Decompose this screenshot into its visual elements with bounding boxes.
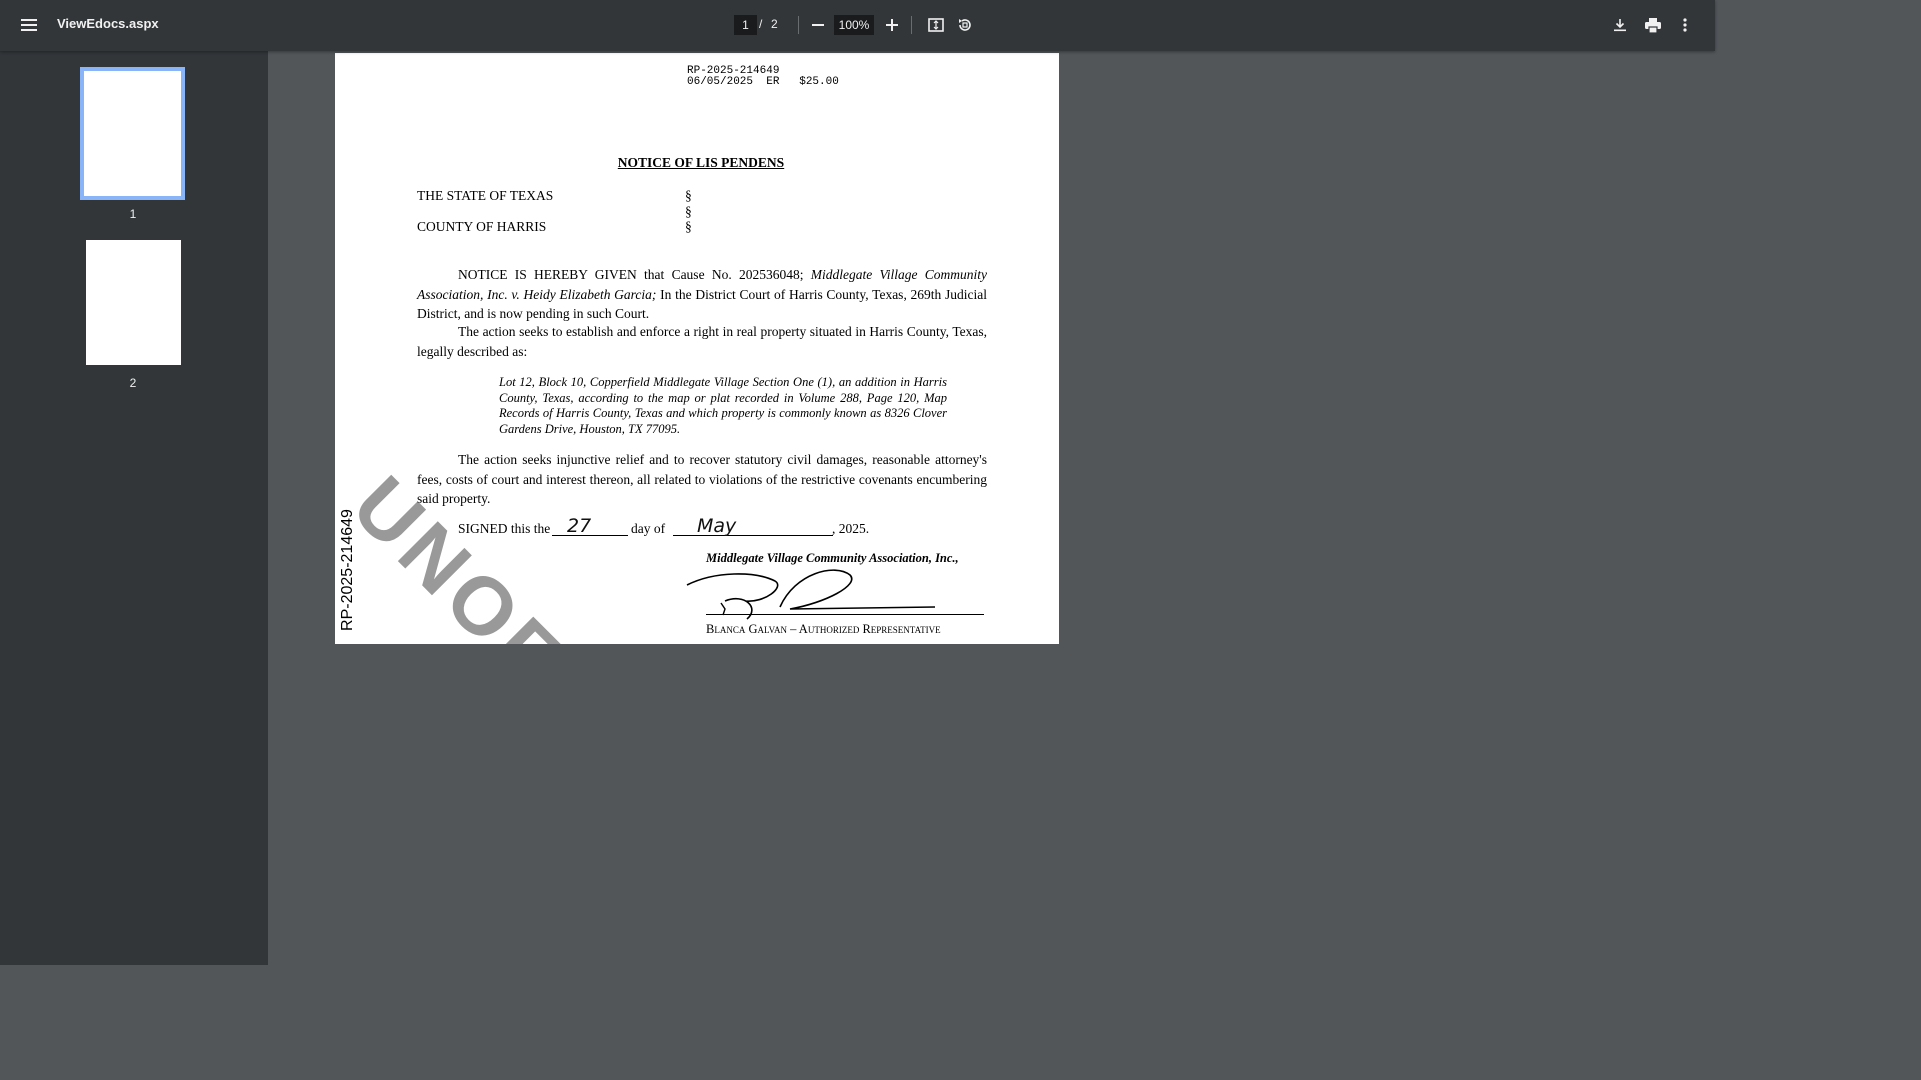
page-total: 2	[771, 17, 778, 31]
page-number-input[interactable]	[734, 15, 757, 35]
document-title-heading: NOTICE OF LIS PENDENS	[617, 155, 785, 170]
download-icon[interactable]	[1608, 13, 1632, 37]
page-separator: /	[759, 17, 763, 31]
signed-day: 27	[567, 515, 592, 537]
section-mark: §	[685, 219, 692, 234]
fit-page-icon[interactable]	[924, 13, 948, 37]
page-thumbnail-2[interactable]	[86, 240, 181, 365]
pdf-viewer: ViewEdocs.aspx / 2 1 2	[0, 0, 1715, 965]
legal-description: Lot 12, Block 10, Copperfield Middlegate…	[499, 375, 947, 436]
state-label: THE STATE OF TEXAS	[417, 188, 554, 203]
signature-line	[706, 614, 984, 615]
signer-name: Blanca Galvan – Authorized Representativ…	[706, 622, 941, 636]
filing-line: 06/05/2025 ER $25.00	[687, 76, 839, 88]
action-paragraph: The action seeks to establish and enforc…	[417, 324, 987, 359]
section-mark: §	[685, 204, 692, 219]
document-title: ViewEdocs.aspx	[57, 16, 159, 31]
thumbnail-label: 2	[129, 376, 137, 390]
zoom-out-icon[interactable]	[806, 13, 830, 37]
menu-icon[interactable]	[13, 12, 45, 38]
page-thumbnail-1[interactable]	[80, 67, 185, 200]
signed-middle: day of	[631, 521, 666, 536]
notice-paragraph: NOTICE IS HEREBY GIVEN that Cause No. 20…	[417, 265, 987, 324]
notice-text: NOTICE IS HEREBY GIVEN that Cause No. 20…	[458, 267, 811, 282]
print-icon[interactable]	[1641, 13, 1665, 37]
thumbnail-sidebar: 1 2	[0, 51, 268, 965]
document-page: RP-2025-214649 06/05/2025 ER $25.00 NOTI…	[335, 53, 1059, 644]
relief-paragraph: The action seeks injunctive relief and t…	[417, 452, 987, 506]
toolbar-divider	[798, 16, 799, 34]
signed-month: May	[697, 515, 737, 537]
side-record-id: RP-2025-214649	[339, 509, 356, 631]
thumbnail-label: 1	[129, 207, 137, 221]
toolbar: ViewEdocs.aspx / 2	[0, 0, 1715, 51]
zoom-input[interactable]	[834, 15, 874, 35]
county-label: COUNTY OF HARRIS	[417, 219, 547, 234]
rotate-icon[interactable]	[953, 13, 977, 37]
section-mark: §	[685, 188, 692, 203]
signed-year: , 2025.	[832, 521, 870, 536]
zoom-in-icon[interactable]	[880, 13, 904, 37]
more-options-icon[interactable]	[1673, 13, 1697, 37]
toolbar-divider	[911, 16, 912, 34]
